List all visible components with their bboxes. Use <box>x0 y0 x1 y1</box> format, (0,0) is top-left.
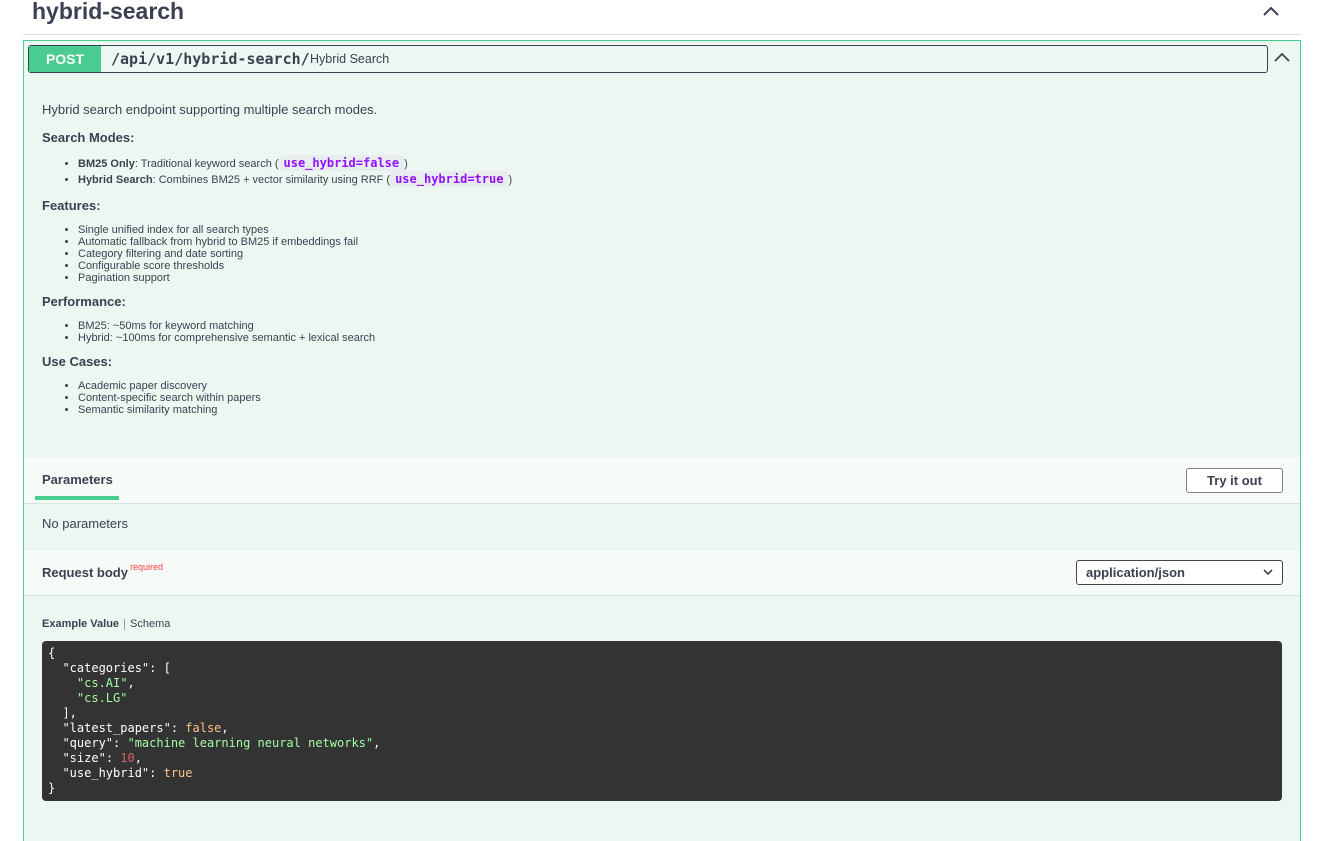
search-modes-heading: Search Modes: <box>42 130 135 145</box>
parameters-header: Parameters Try it out <box>24 458 1300 504</box>
description-intro: Hybrid search endpoint supporting multip… <box>42 102 378 117</box>
tab-parameters[interactable]: Parameters <box>42 472 113 487</box>
list-item: Hybrid Search: Combines BM25 + vector si… <box>78 171 1242 188</box>
code-line: "cs.LG" <box>76 691 128 705</box>
tab-example-value[interactable]: Example Value <box>42 618 119 630</box>
list-item: Pagination support <box>78 272 1242 284</box>
code-line: ], <box>62 706 77 720</box>
request-body-title: Request body <box>42 565 128 580</box>
operation-block: POST /api/v1/hybrid-search/ Hybrid Searc… <box>23 40 1301 841</box>
inline-code: use_hybrid=false <box>278 155 405 171</box>
tab-schema[interactable]: Schema <box>130 618 170 630</box>
tab-divider <box>124 618 126 630</box>
code-line: "query": "machine learning neural networ… <box>62 736 381 750</box>
inline-code: use_hybrid=true <box>390 171 509 187</box>
list-item: Single unified index for all search type… <box>78 224 1242 236</box>
code-line: "categories": [ <box>62 661 171 675</box>
performance-heading: Performance: <box>42 294 126 309</box>
list-item: Content-specific search within papers <box>78 392 1242 404</box>
try-it-out-button[interactable]: Try it out <box>1186 468 1283 493</box>
list-item: Category filtering and date sorting <box>78 248 1242 260</box>
list-item: Semantic similarity matching <box>78 404 1242 416</box>
operation-path[interactable]: /api/v1/hybrid-search/ <box>111 48 310 70</box>
tag-title: hybrid-search <box>32 0 185 24</box>
chevron-up-icon[interactable] <box>1261 2 1281 22</box>
use-cases-heading: Use Cases: <box>42 354 113 369</box>
search-modes-list: BM25 Only: Traditional keyword search (u… <box>42 155 1242 188</box>
features-heading: Features: <box>42 198 101 213</box>
list-item: Configurable score thresholds <box>78 260 1242 272</box>
required-badge: required <box>130 562 164 572</box>
operation-summary-text: Hybrid Search <box>310 52 390 66</box>
list-item: BM25 Only: Traditional keyword search (u… <box>78 155 1242 172</box>
content-type-value: application/json <box>1086 565 1185 580</box>
code-line: "use_hybrid": true <box>62 766 193 780</box>
chevron-down-icon <box>1263 569 1273 576</box>
features-list: Single unified index for all search type… <box>42 224 1242 284</box>
code-line: "cs.AI", <box>76 676 135 690</box>
example-code-block[interactable]: { "categories": [ "cs.AI", "cs.LG" ], "l… <box>42 641 1282 801</box>
list-item: BM25: ~50ms for keyword matching <box>78 320 1242 332</box>
request-body-header: Request body required application/json <box>24 549 1300 596</box>
active-tab-indicator <box>35 496 119 500</box>
code-line: { <box>48 646 56 660</box>
code-line: "latest_papers": false, <box>62 721 229 735</box>
tag-section-header[interactable]: hybrid-search <box>23 0 1301 35</box>
code-line: } <box>48 781 56 795</box>
performance-list: BM25: ~50ms for keyword matching Hybrid:… <box>42 320 1242 344</box>
example-tabs: Example Value Schema <box>42 618 170 630</box>
chevron-up-icon[interactable] <box>1273 49 1291 67</box>
no-parameters-text: No parameters <box>42 516 128 531</box>
list-item: Hybrid: ~100ms for comprehensive semanti… <box>78 332 1242 344</box>
operation-summary[interactable]: POST /api/v1/hybrid-search/ Hybrid Searc… <box>28 45 1268 73</box>
code-line: "size": 10, <box>62 751 142 765</box>
list-item: Automatic fallback from hybrid to BM25 i… <box>78 236 1242 248</box>
use-cases-list: Academic paper discovery Content-specifi… <box>42 380 1242 416</box>
operation-description: Hybrid search endpoint supporting multip… <box>42 101 1242 416</box>
method-badge: POST <box>29 46 101 72</box>
content-type-select[interactable]: application/json <box>1076 560 1283 585</box>
list-item: Academic paper discovery <box>78 380 1242 392</box>
